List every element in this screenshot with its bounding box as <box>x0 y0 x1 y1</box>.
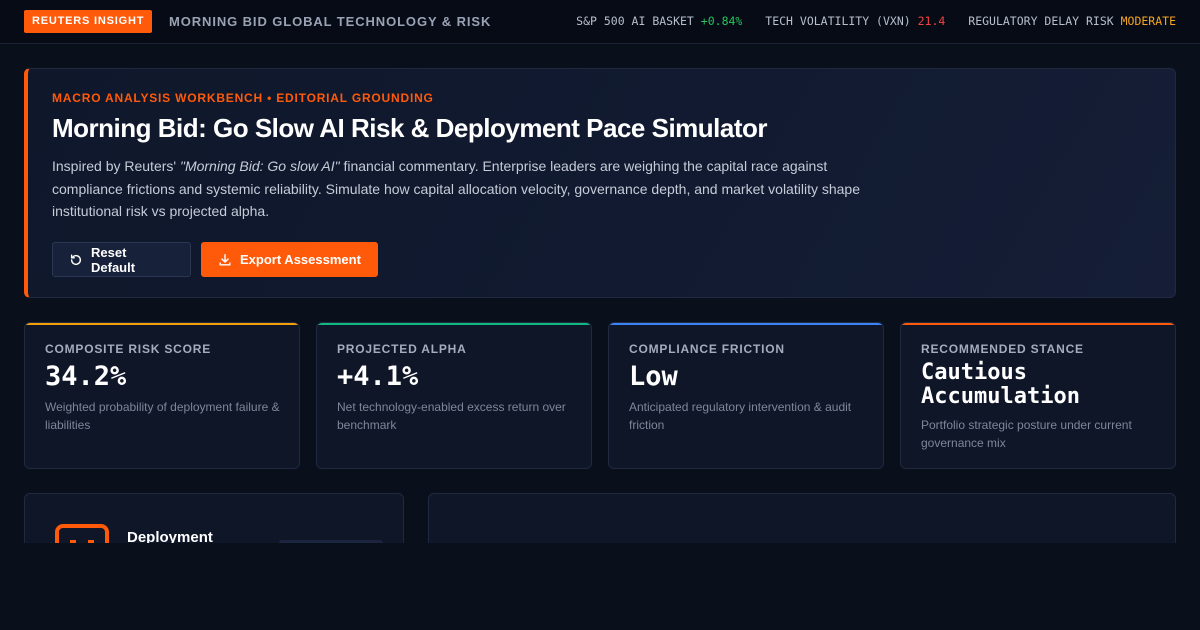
desc-prefix: Inspired by Reuters' <box>52 158 180 174</box>
ticker-item-vxn: TECH VOLATILITY (VXN) 21.4 <box>765 14 945 28</box>
metric-label: COMPOSITE RISK SCORE <box>45 342 212 356</box>
metric-card-compliance-friction: COMPLIANCE FRICTION Low Anticipated regu… <box>608 322 884 469</box>
ticker-label: TECH VOLATILITY (VXN) <box>765 14 911 28</box>
metric-label: PROJECTED ALPHA <box>337 342 467 356</box>
metric-description: Net technology-enabled excess return ove… <box>337 400 566 432</box>
ticker-value: MODERATE <box>1120 14 1176 28</box>
card-accent <box>25 323 299 325</box>
metric-description: Anticipated regulatory intervention & au… <box>629 400 852 432</box>
top-bar: REUTERS INSIGHT MORNING BID GLOBAL TECHN… <box>0 0 1200 44</box>
reset-label: Reset Default <box>91 244 136 275</box>
card-accent <box>901 323 1175 325</box>
export-assessment-button[interactable]: Export Assessment <box>201 242 378 277</box>
reset-icon <box>70 253 82 265</box>
ticker-value: +0.84% <box>700 14 743 28</box>
metric-card-recommended-stance: RECOMMENDED STANCE Cautious Accumulation… <box>900 322 1176 469</box>
market-ticker: S&P 500 AI BASKET +0.84% TECH VOLATILITY… <box>560 13 1176 29</box>
desc-quote: "Morning Bid: Go slow AI" <box>179 158 340 174</box>
metric-value: Low <box>629 361 678 392</box>
page-title: Morning Bid: Go Slow AI Risk & Deploymen… <box>52 113 768 143</box>
metric-card-projected-alpha: PROJECTED ALPHA +4.1% Net technology-ena… <box>316 322 592 469</box>
metric-description: Portfolio strategic posture under curren… <box>921 418 1132 450</box>
hero-description: Inspired by Reuters' "Morning Bid: Go sl… <box>52 155 892 223</box>
metric-label: COMPLIANCE FRICTION <box>629 342 785 356</box>
brand-title: MORNING BID GLOBAL TECHNOLOGY & RISK <box>169 14 492 29</box>
metric-label: RECOMMENDED STANCE <box>921 342 1084 356</box>
card-accent <box>317 323 591 325</box>
metric-value: Cautious Accumulation <box>921 360 1080 409</box>
reset-default-button[interactable]: Reset Default <box>52 242 191 277</box>
hero-panel: MACRO ANALYSIS WORKBENCH • EDITORIAL GRO… <box>24 68 1176 298</box>
metric-value: 34.2% <box>45 361 127 392</box>
export-label: Export Assessment <box>240 252 361 267</box>
download-icon <box>219 253 231 266</box>
ticker-label: S&P 500 AI BASKET <box>576 14 694 28</box>
hero-eyebrow: MACRO ANALYSIS WORKBENCH • EDITORIAL GRO… <box>52 91 434 105</box>
metric-description: Weighted probability of deployment failu… <box>45 400 280 432</box>
ticker-item-ai-basket: S&P 500 AI BASKET +0.84% <box>576 14 742 28</box>
page-background <box>0 543 1200 630</box>
metric-value: +4.1% <box>337 361 419 392</box>
brand-badge: REUTERS INSIGHT <box>24 10 153 33</box>
ticker-label: REGULATORY DELAY RISK <box>968 14 1114 28</box>
ticker-value: 21.4 <box>917 14 946 28</box>
card-accent <box>609 323 883 325</box>
metric-card-risk-score: COMPOSITE RISK SCORE 34.2% Weighted prob… <box>24 322 300 469</box>
ticker-item-regulatory: REGULATORY DELAY RISK MODERATE <box>968 14 1176 28</box>
